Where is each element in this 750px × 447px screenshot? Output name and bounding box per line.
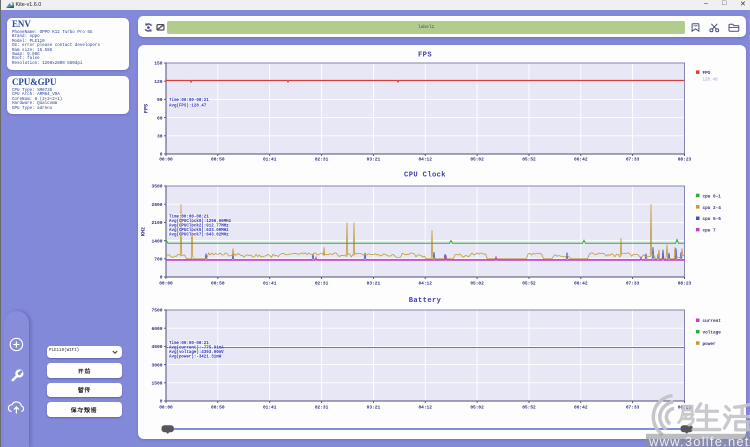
svg-text:04:12: 04:12 — [418, 404, 432, 410]
svg-text:00:00: 00:00 — [159, 156, 173, 162]
svg-text:3500: 3500 — [151, 184, 162, 190]
svg-text:02:31: 02:31 — [315, 280, 329, 286]
svg-text:Avg(FPS):120.47: Avg(FPS):120.47 — [169, 104, 207, 109]
svg-text:05:02: 05:02 — [470, 404, 484, 410]
svg-text:cpu 5-6: cpu 5-6 — [703, 217, 722, 222]
svg-text:www.3olife.net: www.3olife.net — [648, 434, 750, 447]
svg-text:07:33: 07:33 — [626, 280, 640, 286]
svg-text:05:02: 05:02 — [470, 156, 484, 162]
svg-text:120.48: 120.48 — [703, 79, 719, 83]
svg-text:cpu 2-4: cpu 2-4 — [703, 206, 722, 211]
svg-text:Avg(power):-3421.31mW: Avg(power):-3421.31mW — [169, 355, 222, 360]
svg-text:cpu 7: cpu 7 — [703, 229, 717, 234]
svg-text:FPS: FPS — [418, 52, 432, 60]
svg-text:01:41: 01:41 — [263, 404, 277, 410]
svg-text:04:12: 04:12 — [418, 280, 432, 286]
svg-text:1500: 1500 — [151, 381, 162, 387]
svg-text:07:33: 07:33 — [626, 156, 640, 162]
svg-text:2100: 2100 — [151, 220, 162, 226]
svg-text:00:00: 00:00 — [159, 404, 173, 410]
svg-text:current: current — [703, 319, 722, 324]
svg-text:00:00: 00:00 — [159, 280, 173, 286]
svg-text:05:52: 05:52 — [522, 156, 536, 162]
svg-text:Time:00:00-08:21: Time:00:00-08:21 — [169, 98, 209, 103]
svg-text:60: 60 — [157, 115, 163, 121]
svg-text:KHz: KHz — [141, 227, 147, 236]
svg-text:03:21: 03:21 — [367, 156, 381, 162]
svg-text:6000: 6000 — [151, 326, 162, 332]
svg-text:00:50: 00:50 — [211, 280, 225, 286]
svg-text:CPU Clock: CPU Clock — [404, 172, 446, 180]
svg-text:08:23: 08:23 — [678, 280, 692, 286]
svg-text:Avg(CPUClock7):643.02MHz: Avg(CPUClock7):643.02MHz — [169, 233, 229, 238]
svg-text:Battery: Battery — [409, 297, 442, 305]
svg-text:0: 0 — [160, 399, 163, 405]
svg-text:02:31: 02:31 — [315, 156, 329, 162]
svg-text:1400: 1400 — [151, 238, 162, 244]
svg-text:05:52: 05:52 — [522, 404, 536, 410]
svg-text:7500: 7500 — [151, 308, 162, 314]
svg-text:00:50: 00:50 — [211, 156, 225, 162]
svg-text:30: 30 — [157, 134, 163, 140]
svg-text:06:42: 06:42 — [574, 156, 588, 162]
svg-text:3000: 3000 — [151, 362, 162, 368]
svg-text:cpu 0-1: cpu 0-1 — [703, 194, 722, 199]
svg-text:01:41: 01:41 — [263, 280, 277, 286]
svg-text:05:02: 05:02 — [470, 280, 484, 286]
svg-text:05:52: 05:52 — [522, 280, 536, 286]
svg-text:07:33: 07:33 — [626, 404, 640, 410]
svg-text:06:42: 06:42 — [574, 404, 588, 410]
svg-text:voltage: voltage — [703, 331, 722, 336]
svg-text:FPS: FPS — [703, 71, 711, 76]
svg-text:04:12: 04:12 — [418, 156, 432, 162]
svg-text:00:50: 00:50 — [211, 404, 225, 410]
svg-text:08:23: 08:23 — [678, 156, 692, 162]
svg-text:03:21: 03:21 — [367, 280, 381, 286]
svg-text:03:21: 03:21 — [367, 404, 381, 410]
svg-text:150: 150 — [154, 61, 163, 67]
svg-text:4500: 4500 — [151, 344, 162, 350]
svg-text:700: 700 — [154, 257, 163, 263]
svg-text:2800: 2800 — [151, 202, 162, 208]
svg-text:power: power — [703, 342, 717, 347]
svg-text:01:41: 01:41 — [263, 156, 277, 162]
svg-text:FPS: FPS — [144, 104, 150, 113]
svg-text:120: 120 — [154, 79, 163, 85]
svg-text:90: 90 — [157, 97, 163, 103]
svg-text:06:42: 06:42 — [574, 280, 588, 286]
svg-text:02:31: 02:31 — [315, 404, 329, 410]
svg-text:0: 0 — [160, 275, 163, 281]
